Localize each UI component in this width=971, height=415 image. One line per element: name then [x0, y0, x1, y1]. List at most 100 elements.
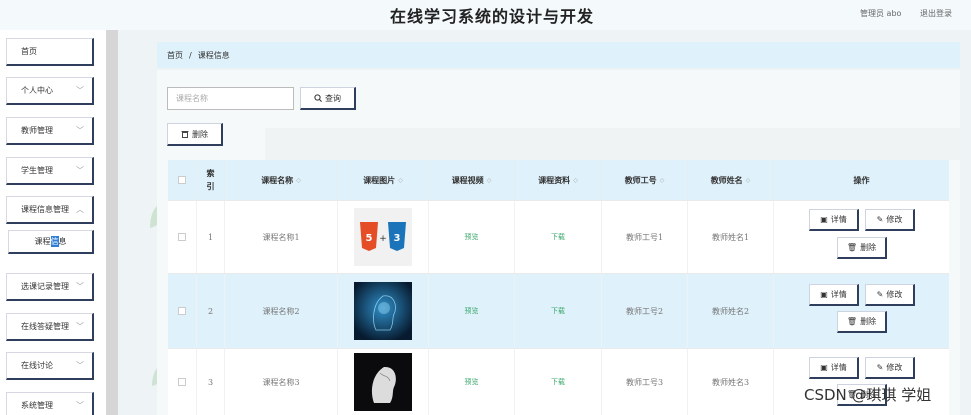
sidebar-item-label: 课程信息管理 — [21, 205, 69, 214]
row-teacher-name: 教师姓名3 — [688, 349, 774, 415]
search-button[interactable]: 查询 — [300, 87, 356, 110]
chevron-down-icon: ﹀ — [76, 322, 84, 331]
batch-delete-label: 删除 — [192, 129, 208, 139]
header-course-video[interactable]: 课程视频 ◇ — [429, 160, 515, 200]
row-select[interactable] — [168, 274, 197, 348]
row-select[interactable] — [168, 349, 197, 415]
header-select-all[interactable] — [168, 160, 197, 200]
sidebar-item-label: 系统管理 — [21, 401, 53, 410]
header-index: 索引 — [197, 160, 225, 200]
breadcrumb-current: 课程信息 — [197, 50, 230, 60]
row-select[interactable] — [168, 201, 197, 273]
header-teacher-name[interactable]: 教师姓名 ◇ — [688, 160, 774, 200]
svg-text:+: + — [379, 234, 387, 244]
sidebar-item-label: 首页 — [21, 47, 37, 56]
delete-button[interactable]: 🗑 删除 — [837, 237, 887, 259]
chevron-down-icon: ﹀ — [76, 361, 84, 370]
sidebar-item-home[interactable]: 首页 — [6, 38, 94, 66]
sort-icon: ◇ — [745, 176, 751, 184]
header-teacher-id[interactable]: 教师工号 ◇ — [602, 160, 688, 200]
sidebar-item-student-management[interactable]: 学生管理 ﹀ — [6, 157, 94, 185]
video-preview-link[interactable]: 预览 — [465, 306, 479, 316]
chevron-down-icon: ﹀ — [76, 86, 84, 95]
row-index: 1 — [197, 201, 225, 273]
select-all-checkbox[interactable] — [178, 176, 186, 184]
breadcrumb-separator: / — [189, 50, 192, 60]
row-course-image — [338, 349, 429, 415]
material-download-link[interactable]: 下载 — [551, 306, 565, 316]
sidebar-item-online-discussion[interactable]: 在线讨论 ﹀ — [6, 352, 94, 380]
sidebar-item-label: 教师管理 — [21, 126, 53, 135]
row-checkbox[interactable] — [178, 378, 186, 386]
breadcrumb: 首页 / 课程信息 — [157, 42, 960, 68]
batch-delete-button[interactable]: 删除 — [167, 123, 223, 146]
detail-icon: ▣ — [820, 215, 828, 224]
sort-icon: ◇ — [486, 176, 492, 184]
detail-button[interactable]: ▣ 详情 — [809, 209, 859, 231]
trash-icon — [181, 131, 189, 138]
edit-button[interactable]: ✎ 修改 — [865, 209, 915, 231]
row-checkbox[interactable] — [178, 233, 186, 241]
ai-head-dark-image-icon[interactable] — [354, 353, 412, 411]
row-teacher-id: 教师工号2 — [602, 274, 688, 348]
sidebar-item-course-info-management[interactable]: 课程信息管理 ︿ — [6, 196, 94, 224]
row-material-cell: 下载 — [515, 274, 602, 348]
sort-icon: ◇ — [659, 176, 665, 184]
sidebar-scrollbar[interactable] — [106, 30, 118, 415]
row-teacher-id: 教师工号3 — [602, 349, 688, 415]
sidebar-item-label: 个人中心 — [21, 86, 53, 95]
material-download-link[interactable]: 下载 — [551, 377, 565, 387]
video-preview-link[interactable]: 预览 — [465, 377, 479, 387]
header-course-image[interactable]: 课程图片 ◇ — [338, 160, 429, 200]
sidebar-subitem-course-info[interactable]: 课程信息 — [8, 230, 94, 254]
header-course-name[interactable]: 课程名称 ◇ — [225, 160, 338, 200]
delete-button[interactable]: 🗑 删除 — [837, 311, 887, 333]
row-course-image — [338, 274, 429, 348]
subitem-label-highlight: 信 — [50, 236, 59, 247]
toolbar-strip — [265, 128, 960, 160]
html5-css3-image-icon[interactable]: 5 + 3 — [354, 208, 412, 266]
sort-icon: ◇ — [573, 176, 578, 184]
breadcrumb-home[interactable]: 首页 — [167, 50, 183, 61]
svg-text:5: 5 — [366, 233, 373, 244]
sort-icon: ◇ — [296, 176, 301, 184]
row-video-cell: 预览 — [429, 349, 515, 415]
sidebar-item-label: 选课记录管理 — [21, 282, 69, 291]
edit-button[interactable]: ✎ 修改 — [865, 357, 915, 379]
search-input[interactable] — [167, 87, 294, 110]
header-course-material[interactable]: 课程资料 ◇ — [515, 160, 602, 200]
search-button-label: 查询 — [325, 93, 341, 103]
video-preview-link[interactable]: 预览 — [465, 232, 479, 242]
current-user: 管理员 abo — [860, 9, 902, 18]
sidebar-item-enrollment-records[interactable]: 选课记录管理 ﹀ — [6, 273, 94, 301]
detail-icon: ▣ — [820, 363, 828, 372]
logout-link[interactable]: 退出登录 — [920, 8, 952, 19]
subitem-label-part: 课程 — [34, 237, 51, 246]
sidebar-item-system-management[interactable]: 系统管理 ﹀ — [6, 392, 94, 415]
sidebar-item-personal-center[interactable]: 个人中心 ﹀ — [6, 77, 94, 105]
row-material-cell: 下载 — [515, 349, 602, 415]
table-header: 索引 课程名称 ◇ 课程图片 ◇ 课程视频 ◇ 课程资料 ◇ 教师工号 ◇ 教师姓名 ◇ 操… — [168, 160, 949, 200]
row-teacher-name: 教师姓名2 — [688, 274, 774, 348]
material-download-link[interactable]: 下载 — [551, 232, 565, 242]
sidebar-item-label: 在线答疑管理 — [21, 322, 69, 331]
sidebar-item-label: 在线讨论 — [21, 361, 53, 370]
subitem-label-part: 息 — [58, 237, 67, 246]
row-course-name: 课程名称3 — [225, 349, 338, 415]
chevron-down-icon: ﹀ — [76, 166, 84, 175]
detail-button[interactable]: ▣ 详情 — [809, 357, 859, 379]
edit-button[interactable]: ✎ 修改 — [865, 284, 915, 306]
sidebar-item-online-qa[interactable]: 在线答疑管理 ﹀ — [6, 313, 94, 341]
sort-icon: ◇ — [398, 176, 403, 184]
edit-icon: ✎ — [876, 215, 884, 224]
ai-head-blue-image-icon[interactable] — [354, 282, 412, 340]
row-checkbox[interactable] — [178, 307, 186, 315]
sidebar-item-teacher-management[interactable]: 教师管理 ﹀ — [6, 117, 94, 145]
top-header: 在线学习系统的设计与开发 管理员 abo 退出登录 — [0, 0, 971, 30]
detail-button[interactable]: ▣ 详情 — [809, 284, 859, 306]
detail-icon: ▣ — [820, 290, 828, 299]
sidebar-item-label: 学生管理 — [21, 166, 53, 175]
trash-icon: 🗑 — [846, 317, 858, 326]
chevron-up-icon: ︿ — [76, 205, 84, 214]
svg-text:3: 3 — [394, 233, 401, 244]
